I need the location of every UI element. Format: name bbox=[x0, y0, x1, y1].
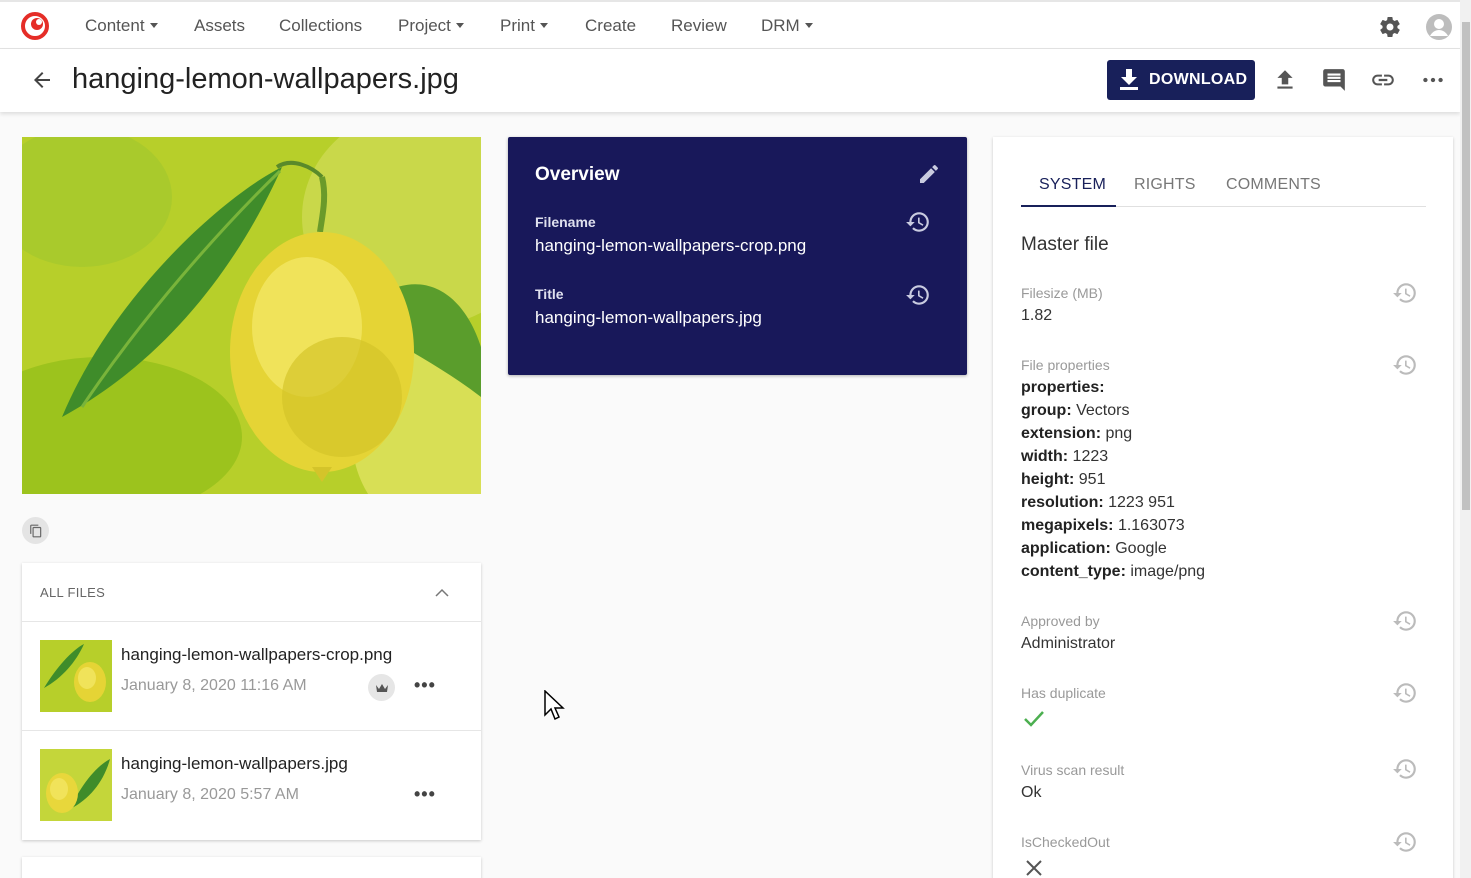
virus-scan-label: Virus scan result bbox=[1021, 762, 1125, 778]
copy-button[interactable] bbox=[22, 517, 49, 544]
tab-rights[interactable]: RIGHTS bbox=[1134, 176, 1196, 194]
all-files-header[interactable]: ALL FILES bbox=[22, 563, 481, 622]
overview-title-label: Title bbox=[535, 286, 564, 302]
history-icon[interactable] bbox=[1392, 829, 1418, 855]
tab-bar: SYSTEM RIGHTS COMMENTS bbox=[1021, 167, 1426, 207]
file-property-row: extension: png bbox=[1021, 425, 1133, 442]
chevron-down-icon bbox=[804, 23, 813, 28]
approved-by-value: Administrator bbox=[1021, 635, 1116, 652]
file-property-row: group: Vectors bbox=[1021, 402, 1130, 419]
tab-system[interactable]: SYSTEM bbox=[1039, 176, 1106, 194]
top-navigation: Content Assets Collections Project Print… bbox=[0, 0, 1460, 49]
file-thumbnail bbox=[40, 749, 112, 821]
gear-icon[interactable] bbox=[1378, 15, 1402, 39]
comment-icon[interactable] bbox=[1321, 67, 1347, 93]
file-properties-label: File properties bbox=[1021, 357, 1110, 373]
mouse-cursor-icon bbox=[544, 690, 565, 721]
nav-project[interactable]: Project bbox=[398, 16, 464, 36]
file-property-row: content_type: image/png bbox=[1021, 563, 1206, 580]
all-files-heading: ALL FILES bbox=[40, 585, 106, 600]
scrollbar-thumb[interactable] bbox=[1462, 22, 1470, 510]
download-icon bbox=[1120, 69, 1138, 90]
file-more-button[interactable]: ••• bbox=[414, 675, 436, 696]
nav-drm[interactable]: DRM bbox=[761, 16, 813, 36]
is-checked-out-label: IsCheckedOut bbox=[1021, 834, 1110, 850]
more-icon[interactable] bbox=[1420, 67, 1446, 93]
asset-preview-image[interactable] bbox=[22, 137, 481, 494]
edit-icon[interactable] bbox=[917, 162, 941, 186]
chevron-down-icon bbox=[149, 23, 158, 28]
properties-panel: SYSTEM RIGHTS COMMENTS Master file Files… bbox=[993, 137, 1453, 878]
nav-create[interactable]: Create bbox=[585, 16, 636, 36]
file-row[interactable]: hanging-lemon-wallpapers-crop.png Januar… bbox=[22, 622, 481, 731]
history-icon[interactable] bbox=[905, 282, 931, 308]
history-icon[interactable] bbox=[905, 209, 931, 235]
overview-card: Overview Filename hanging-lemon-wallpape… bbox=[508, 137, 967, 375]
upload-icon[interactable] bbox=[1272, 67, 1298, 93]
file-property-row: width: 1223 bbox=[1021, 448, 1109, 465]
master-file-badge[interactable] bbox=[368, 674, 395, 701]
download-label: DOWNLOAD bbox=[1149, 71, 1248, 88]
chevron-up-icon[interactable] bbox=[434, 585, 450, 601]
history-icon[interactable] bbox=[1392, 608, 1418, 634]
nav-assets[interactable]: Assets bbox=[194, 16, 245, 36]
file-name[interactable]: hanging-lemon-wallpapers-crop.png bbox=[121, 645, 392, 665]
user-avatar-icon[interactable] bbox=[1425, 13, 1453, 41]
next-card bbox=[22, 857, 481, 878]
overview-filename-label: Filename bbox=[535, 214, 596, 230]
download-button[interactable]: DOWNLOAD bbox=[1107, 60, 1255, 100]
file-property-row: height: 951 bbox=[1021, 471, 1106, 488]
asset-header: hanging-lemon-wallpapers.jpg DOWNLOAD bbox=[0, 49, 1460, 112]
approved-by-label: Approved by bbox=[1021, 613, 1100, 629]
nav-content[interactable]: Content bbox=[85, 16, 158, 36]
file-property-row: application: Google bbox=[1021, 540, 1167, 557]
chevron-down-icon bbox=[539, 23, 548, 28]
file-property-row: megapixels: 1.163073 bbox=[1021, 517, 1185, 534]
virus-scan-value: Ok bbox=[1021, 784, 1042, 801]
has-duplicate-label: Has duplicate bbox=[1021, 685, 1106, 701]
history-icon[interactable] bbox=[1392, 680, 1418, 706]
file-name[interactable]: hanging-lemon-wallpapers.jpg bbox=[121, 754, 348, 774]
section-title: Master file bbox=[1021, 234, 1109, 255]
history-icon[interactable] bbox=[1392, 280, 1418, 306]
filesize-label: Filesize (MB) bbox=[1021, 285, 1103, 301]
checkmark-icon bbox=[1024, 711, 1044, 727]
page-title: hanging-lemon-wallpapers.jpg bbox=[72, 63, 459, 95]
crown-icon bbox=[375, 683, 388, 692]
file-more-button[interactable]: ••• bbox=[414, 784, 436, 805]
overview-filename-value: hanging-lemon-wallpapers-crop.png bbox=[535, 236, 807, 255]
file-date: January 8, 2020 5:57 AM bbox=[121, 786, 299, 803]
file-thumbnail bbox=[40, 640, 112, 712]
nav-review[interactable]: Review bbox=[671, 16, 727, 36]
back-arrow-icon[interactable] bbox=[30, 68, 54, 92]
history-icon[interactable] bbox=[1392, 352, 1418, 378]
filesize-value: 1.82 bbox=[1021, 307, 1053, 324]
file-date: January 8, 2020 11:16 AM bbox=[121, 677, 307, 694]
file-row[interactable]: hanging-lemon-wallpapers.jpg January 8, … bbox=[22, 731, 481, 840]
logo-icon[interactable] bbox=[21, 12, 49, 40]
chevron-down-icon bbox=[455, 23, 464, 28]
active-tab-indicator bbox=[1021, 205, 1116, 207]
all-files-card: ALL FILES hanging-lemon-wallpapers-crop.… bbox=[22, 563, 481, 840]
history-icon[interactable] bbox=[1392, 756, 1418, 782]
file-property-row: properties: bbox=[1021, 379, 1105, 396]
file-property-row: resolution: 1223 951 bbox=[1021, 494, 1175, 511]
copy-icon bbox=[29, 524, 41, 537]
nav-collections[interactable]: Collections bbox=[279, 16, 362, 36]
link-icon[interactable] bbox=[1370, 67, 1396, 93]
cross-icon bbox=[1026, 860, 1042, 876]
tab-comments[interactable]: COMMENTS bbox=[1226, 176, 1321, 194]
overview-title-value: hanging-lemon-wallpapers.jpg bbox=[535, 308, 762, 327]
nav-print[interactable]: Print bbox=[500, 16, 548, 36]
overview-title: Overview bbox=[535, 164, 620, 185]
